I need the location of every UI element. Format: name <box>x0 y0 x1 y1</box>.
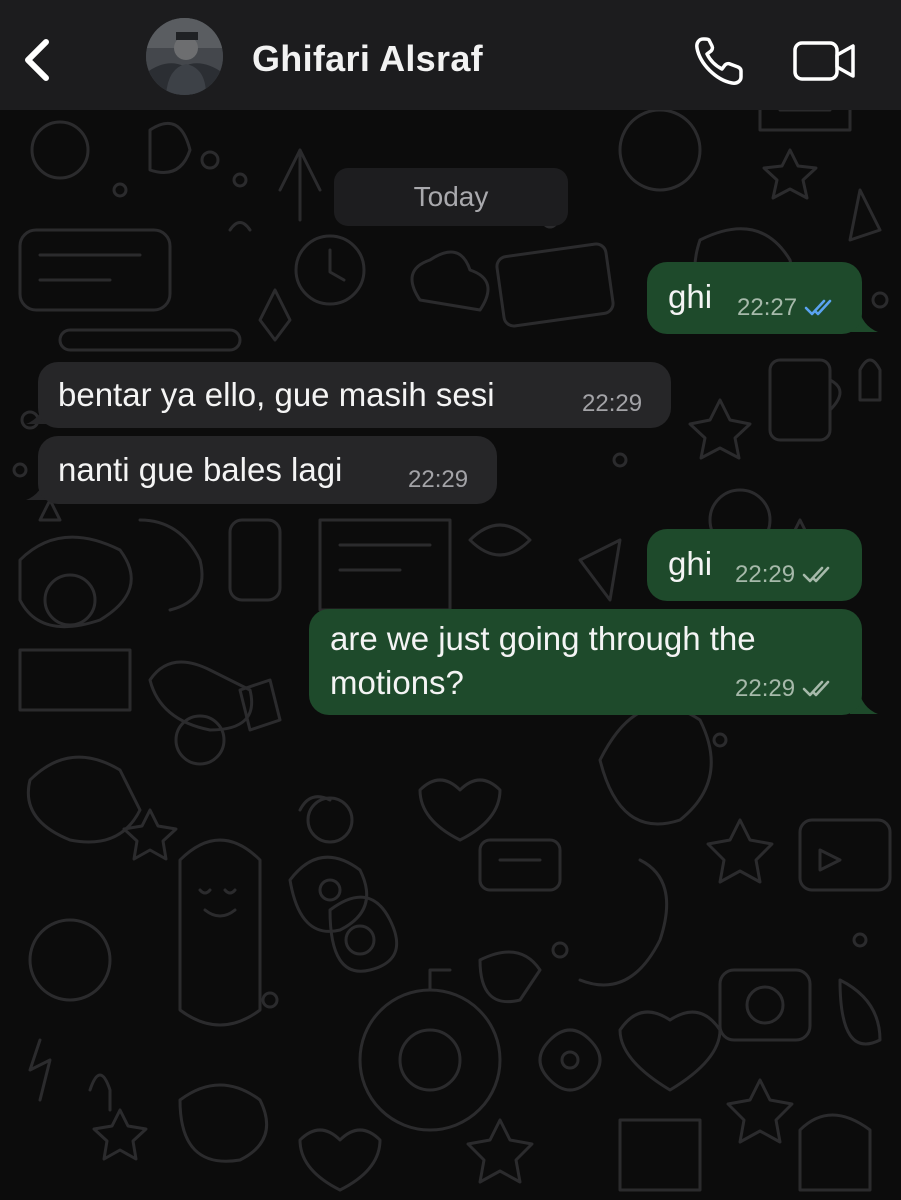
chat-screen: Ghifari Alsraf Today ghi 22:27 bentar ya… <box>0 0 901 1200</box>
contact-avatar[interactable] <box>146 18 223 95</box>
message-bubble-incoming[interactable]: bentar ya ello, gue masih sesi 22:29 <box>38 362 671 428</box>
message-text: bentar ya ello, gue masih sesi <box>58 376 495 413</box>
read-ticks-icon <box>804 299 832 316</box>
date-divider: Today <box>334 168 568 226</box>
message-text: nanti gue bales lagi <box>58 451 343 488</box>
message-text: ghi <box>668 545 713 582</box>
back-button[interactable] <box>14 30 62 90</box>
message-text-line-1: are we just going through the <box>330 620 756 657</box>
delivered-ticks-icon <box>802 680 830 697</box>
message-bubble-outgoing[interactable]: are we just going through the motions? 2… <box>309 609 862 715</box>
chevron-left-icon <box>25 39 49 81</box>
message-bubble-incoming[interactable]: nanti gue bales lagi 22:29 <box>38 436 497 504</box>
message-text-line-2: motions? <box>330 664 464 701</box>
delivered-ticks-icon <box>802 566 830 583</box>
video-camera-icon <box>793 41 855 81</box>
message-time: 22:29 <box>408 466 469 493</box>
message-bubble-outgoing[interactable]: ghi 22:29 <box>647 529 862 601</box>
message-time: 22:29 <box>735 561 796 588</box>
message-text: ghi <box>668 278 713 315</box>
message-time: 22:29 <box>735 675 796 702</box>
message-time: 22:27 <box>737 294 798 321</box>
video-call-button[interactable] <box>792 38 858 84</box>
message-bubble-outgoing[interactable]: ghi 22:27 <box>647 262 862 334</box>
voice-call-button[interactable] <box>692 34 746 88</box>
message-time: 22:29 <box>582 390 643 417</box>
phone-icon <box>695 37 743 85</box>
chat-header: Ghifari Alsraf <box>0 0 901 110</box>
contact-name[interactable]: Ghifari Alsraf <box>252 38 483 80</box>
